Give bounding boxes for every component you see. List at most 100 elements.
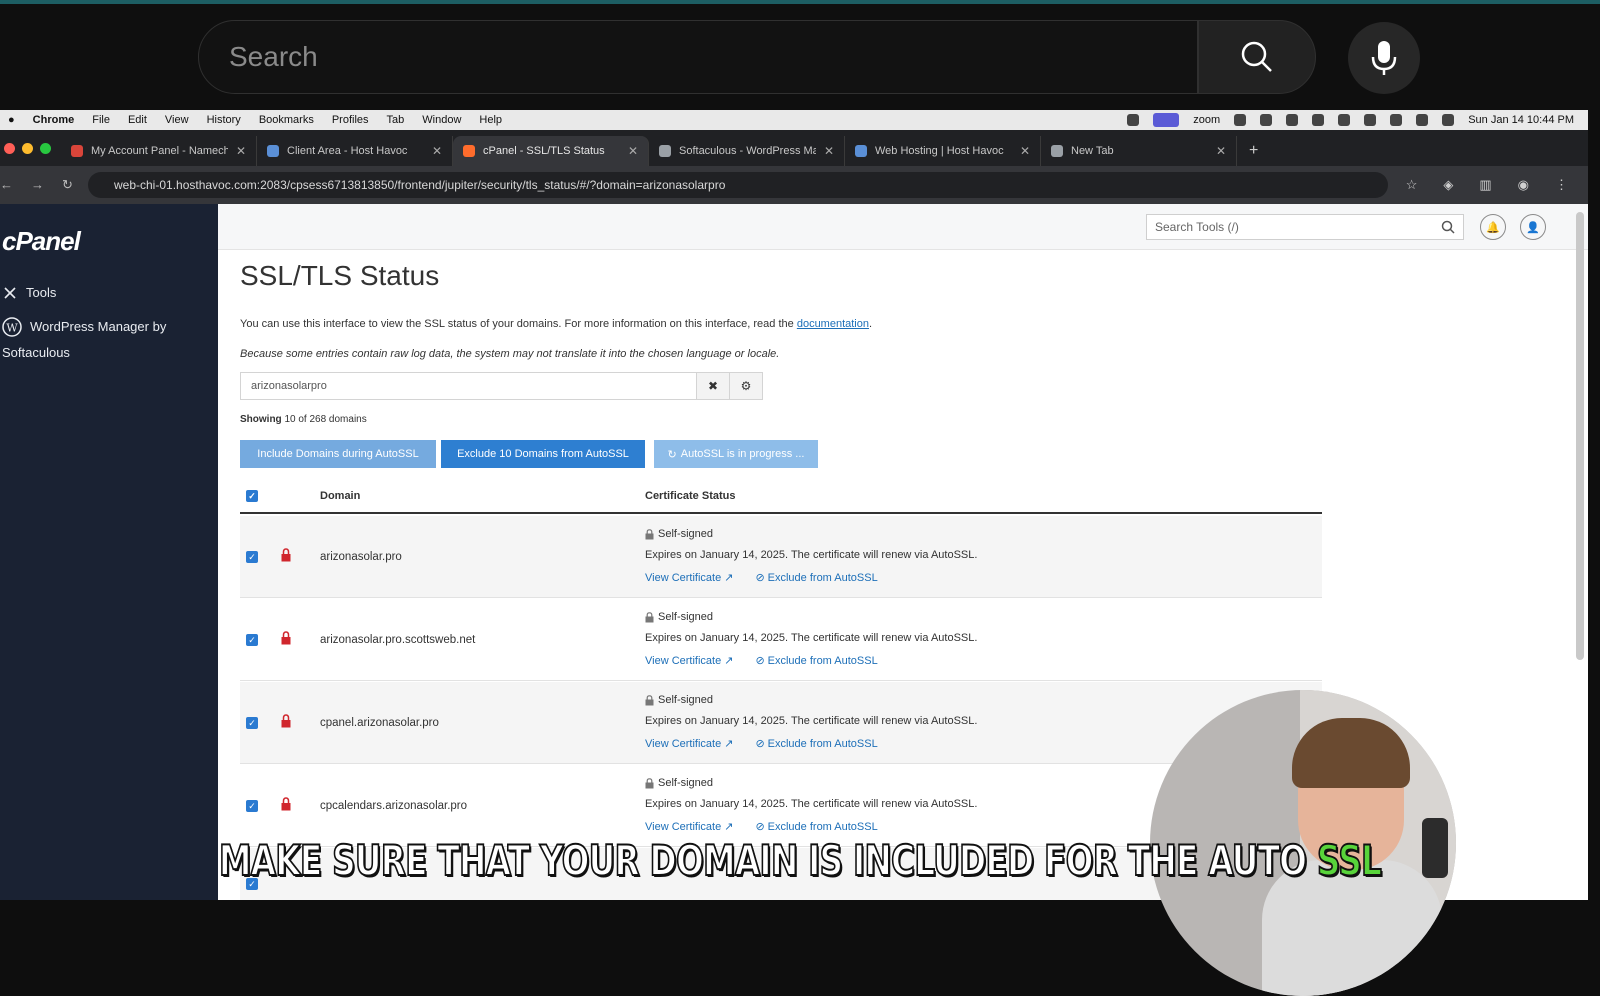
tab-title: My Account Panel - Namechea: [91, 145, 228, 157]
menu-view[interactable]: View: [165, 114, 189, 126]
forward-icon[interactable]: →: [31, 177, 44, 193]
exclude-from-autossl-link[interactable]: ⊘ Exclude from AutoSSL: [755, 654, 878, 668]
tab-title: New Tab: [1071, 145, 1114, 157]
view-certificate-label: View Certificate: [645, 820, 722, 833]
exclude-from-autossl-link[interactable]: ⊘ Exclude from AutoSSL: [755, 737, 877, 751]
tab-favicon-icon: [463, 145, 475, 157]
zoom-status[interactable]: zoom: [1193, 114, 1220, 126]
reload-icon[interactable]: ↻: [62, 177, 73, 193]
exclude-from-autossl-link[interactable]: ⊘ Exclude from AutoSSL: [755, 820, 877, 834]
side-panel-icon[interactable]: ▥: [1479, 177, 1491, 193]
row-checkbox[interactable]: ✓: [246, 551, 258, 563]
clear-filter-button[interactable]: ✖: [696, 372, 730, 400]
apple-icon[interactable]: ●: [8, 114, 15, 126]
minimize-window-button[interactable]: [22, 143, 33, 154]
more-menu-icon[interactable]: ⋮: [1555, 177, 1568, 193]
close-tab-icon[interactable]: ✕: [1216, 144, 1226, 158]
browser-tab-active[interactable]: cPanel - SSL/TLS Status ✕: [453, 136, 649, 166]
table-header: ✓ Domain Certificate Status: [240, 478, 1322, 514]
menu-edit[interactable]: Edit: [128, 114, 147, 126]
row-checkbox[interactable]: ✓: [246, 634, 258, 646]
view-certificate-link[interactable]: View Certificate ↗: [645, 571, 733, 585]
domain-name: arizonasolar.pro: [320, 551, 402, 563]
battery-icon[interactable]: [1364, 114, 1377, 126]
menu-chrome[interactable]: Chrome: [33, 114, 75, 126]
browser-tab[interactable]: Web Hosting | Host Havoc ✕: [845, 136, 1041, 166]
browser-tab[interactable]: My Account Panel - Namechea ✕: [61, 136, 257, 166]
voice-search-button[interactable]: [1348, 22, 1420, 94]
ban-icon: ⊘: [755, 572, 765, 584]
certificate-type-label: Self-signed: [658, 694, 714, 706]
new-tab-button[interactable]: +: [1237, 142, 1270, 166]
autossl-progress-label: AutoSSL is in progress ...: [680, 448, 805, 460]
spotlight-icon[interactable]: [1416, 114, 1429, 126]
row-checkbox[interactable]: ✓: [246, 717, 258, 729]
menu-tab[interactable]: Tab: [387, 114, 405, 126]
menu-bookmarks[interactable]: Bookmarks: [259, 114, 314, 126]
menu-history[interactable]: History: [207, 114, 241, 126]
documentation-link[interactable]: documentation: [797, 318, 869, 330]
lock-icon: [645, 694, 654, 705]
status-icon[interactable]: [1286, 114, 1299, 126]
close-tab-icon[interactable]: ✕: [236, 144, 246, 158]
row-checkbox[interactable]: ✓: [246, 800, 258, 812]
maximize-window-button[interactable]: [40, 143, 51, 154]
close-tab-icon[interactable]: ✕: [1020, 144, 1030, 158]
profile-icon[interactable]: ◉: [1518, 177, 1529, 193]
exclude-from-autossl-link[interactable]: ⊘ Exclude from AutoSSL: [755, 571, 877, 585]
page-scrollbar[interactable]: [1576, 212, 1584, 660]
bookmark-star-icon[interactable]: ☆: [1406, 177, 1418, 193]
domain-filter-input[interactable]: arizonasolarpro: [240, 372, 706, 400]
column-header-certificate-status[interactable]: Certificate Status: [645, 490, 735, 502]
status-icon[interactable]: [1312, 114, 1325, 126]
video-search-input[interactable]: Search: [198, 20, 1198, 94]
view-certificate-label: View Certificate: [645, 737, 722, 750]
close-tab-icon[interactable]: ✕: [824, 144, 834, 158]
user-account-icon[interactable]: 👤: [1520, 214, 1546, 240]
exclude-domains-button[interactable]: Exclude 10 Domains from AutoSSL: [441, 440, 645, 468]
nav-buttons: ← → ↻: [0, 177, 80, 193]
back-icon[interactable]: ←: [0, 177, 13, 193]
filter-settings-button[interactable]: ⚙: [729, 372, 763, 400]
close-tab-icon[interactable]: ✕: [432, 144, 442, 158]
select-all-checkbox[interactable]: ✓: [246, 490, 258, 502]
exclude-label: Exclude from AutoSSL: [767, 654, 878, 667]
status-icon[interactable]: [1127, 114, 1140, 126]
extensions-icon[interactable]: ◈: [1443, 177, 1453, 193]
view-certificate-link[interactable]: View Certificate ↗: [645, 737, 733, 751]
view-certificate-link[interactable]: View Certificate ↗: [645, 820, 733, 834]
screen-share-icon[interactable]: [1153, 113, 1180, 127]
menu-file[interactable]: File: [92, 114, 110, 126]
search-icon[interactable]: [1441, 220, 1455, 234]
browser-tab[interactable]: Softaculous - WordPress Mar ✕: [649, 136, 845, 166]
url-field[interactable]: web-chi-01.hosthavoc.com:2083/cpsess6713…: [88, 172, 1388, 198]
status-icon[interactable]: [1338, 114, 1351, 126]
status-icon[interactable]: [1234, 114, 1247, 126]
autossl-progress-button[interactable]: ↻ AutoSSL is in progress ...: [654, 440, 818, 468]
cpanel-logo[interactable]: cPanel: [2, 226, 81, 257]
sidebar-item-tools[interactable]: Tools: [2, 280, 56, 306]
browser-tab[interactable]: New Tab ✕: [1041, 136, 1237, 166]
search-tools-input[interactable]: Search Tools (/): [1146, 214, 1464, 240]
search-tools-placeholder: Search Tools (/): [1155, 220, 1239, 234]
video-search-button[interactable]: [1198, 20, 1316, 94]
sidebar-item-wordpress-manager[interactable]: W WordPress Manager by Softaculous: [2, 314, 166, 366]
cpanel-sidebar: cPanel Tools W WordPress Manager by Softa…: [0, 204, 218, 900]
close-window-button[interactable]: [4, 143, 15, 154]
view-certificate-link[interactable]: View Certificate ↗: [645, 654, 733, 668]
search-icon: [1241, 41, 1272, 72]
wifi-icon[interactable]: [1390, 114, 1403, 126]
close-tab-icon[interactable]: ✕: [628, 144, 638, 158]
menu-profiles[interactable]: Profiles: [332, 114, 369, 126]
notifications-bell-icon[interactable]: 🔔: [1480, 214, 1506, 240]
menu-window[interactable]: Window: [422, 114, 461, 126]
browser-tab[interactable]: Client Area - Host Havoc ✕: [257, 136, 453, 166]
clock[interactable]: Sun Jan 14 10:44 PM: [1468, 114, 1574, 126]
menu-help[interactable]: Help: [479, 114, 502, 126]
control-center-icon[interactable]: [1442, 114, 1455, 126]
tab-title: Web Hosting | Host Havoc: [875, 145, 1004, 157]
status-icon[interactable]: [1260, 114, 1273, 126]
column-header-domain[interactable]: Domain: [320, 490, 360, 502]
include-domains-button[interactable]: Include Domains during AutoSSL: [240, 440, 436, 468]
svg-text:W: W: [6, 322, 18, 335]
